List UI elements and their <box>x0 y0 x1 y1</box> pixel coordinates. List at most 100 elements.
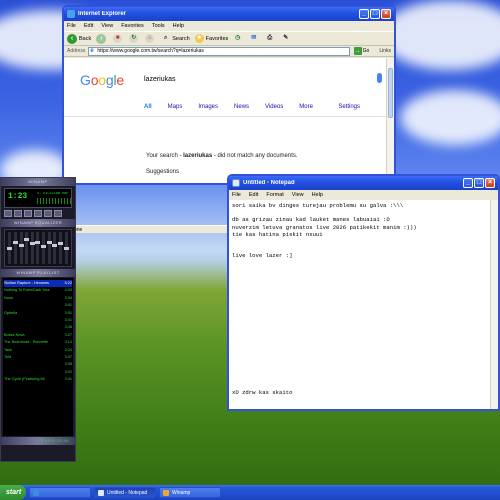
tab-maps[interactable]: Maps <box>168 104 183 110</box>
menu-format[interactable]: Format <box>266 192 283 198</box>
notepad-text-area[interactable]: sori saika bv dinges turejau problemu su… <box>229 200 494 409</box>
play-button[interactable] <box>14 210 22 217</box>
eject-button[interactable] <box>54 210 62 217</box>
playlist-item[interactable]: 3:01 <box>4 302 72 309</box>
eq-slider[interactable] <box>52 232 58 264</box>
eq-knob[interactable] <box>29 242 35 245</box>
internet-explorer-window[interactable]: Internet Explorer _ □ × File Edit View Favo… <box>62 5 396 185</box>
eq-slider[interactable] <box>46 232 52 264</box>
favorites-button[interactable]: ★ Favorites <box>194 34 228 43</box>
eq-slider[interactable] <box>41 232 47 264</box>
go-button[interactable]: → Go <box>353 47 369 55</box>
tab-all[interactable]: All <box>144 104 152 110</box>
equalizer-titlebar[interactable]: WINAMP EQUALIZER <box>1 219 75 227</box>
tab-more[interactable]: More <box>299 104 313 110</box>
close-button[interactable]: × <box>485 178 495 188</box>
menu-help[interactable]: Help <box>173 23 184 29</box>
playlist-item[interactable]: Task 3:24 <box>4 347 72 354</box>
menu-view[interactable]: View <box>292 192 304 198</box>
menu-file[interactable]: File <box>67 23 76 29</box>
maximize-button[interactable]: □ <box>370 9 380 19</box>
next-button[interactable] <box>44 210 52 217</box>
links-button[interactable]: Links <box>379 48 391 54</box>
tab-settings[interactable]: Settings <box>338 104 360 110</box>
forward-button[interactable]: › <box>96 33 108 44</box>
playlist-item[interactable]: Told 3:47 <box>4 354 72 361</box>
eq-knob[interactable] <box>63 247 69 250</box>
eq-knob[interactable] <box>35 241 41 244</box>
address-input[interactable]: e https://www.google.com.tw/search?q=laz… <box>88 46 350 56</box>
eq-slider[interactable] <box>12 232 18 264</box>
playlist-item[interactable]: 3:02 <box>4 369 72 376</box>
playlist-item[interactable]: Noon 3:34 <box>4 295 72 302</box>
eq-slider[interactable] <box>18 232 24 264</box>
eq-knob[interactable] <box>52 244 58 247</box>
eq-slider[interactable] <box>35 232 41 264</box>
notepad-scrollbar[interactable] <box>490 200 498 409</box>
winamp-titlebar[interactable]: WINAMP <box>1 178 75 186</box>
notepad-window[interactable]: Untitled - Notepad _ □ × File Edit Format V… <box>227 174 500 411</box>
menu-help[interactable]: Help <box>312 192 323 198</box>
taskbar-button[interactable] <box>29 487 91 498</box>
menu-favorites[interactable]: Favorites <box>121 23 144 29</box>
maximize-button[interactable]: □ <box>474 178 484 188</box>
eq-slider[interactable] <box>57 232 63 264</box>
print-button[interactable]: ⎙ <box>265 34 276 43</box>
tab-news[interactable]: News <box>234 104 249 110</box>
menu-file[interactable]: File <box>232 192 241 198</box>
taskbar-button[interactable]: Winamp <box>159 487 221 498</box>
stop-button[interactable] <box>34 210 42 217</box>
minimize-button[interactable]: _ <box>359 9 369 19</box>
ie-scrollbar[interactable] <box>386 58 394 183</box>
tab-videos[interactable]: Videos <box>265 104 283 110</box>
winamp-window[interactable]: WINAMP 1:23 3. SICILIAN RAPTURE - HEXANE… <box>0 177 76 462</box>
eq-slider[interactable] <box>63 232 69 264</box>
playlist-item[interactable]: 3:38 <box>4 361 72 368</box>
playlist-item[interactable]: The Boardroad - Ronnette 3:14 <box>4 339 72 346</box>
eq-knob[interactable] <box>41 245 47 248</box>
eq-knob[interactable] <box>24 238 30 241</box>
taskbar-button[interactable]: Untitled - Notepad <box>94 487 156 498</box>
eq-knob[interactable] <box>57 242 63 245</box>
search-button[interactable]: ⌕ Search <box>161 34 190 43</box>
pause-button[interactable] <box>24 210 32 217</box>
playlist-item[interactable]: 3:46 <box>4 324 72 331</box>
close-button[interactable]: × <box>381 9 391 19</box>
menu-view[interactable]: View <box>101 23 113 29</box>
microphone-icon[interactable] <box>377 73 382 83</box>
playlist-item[interactable]: 3:41 <box>4 317 72 324</box>
refresh-button[interactable]: ↻ <box>129 34 140 43</box>
start-button[interactable]: start <box>0 485 26 500</box>
scroll-thumb[interactable] <box>388 68 393 118</box>
eq-knob[interactable] <box>12 241 18 244</box>
eq-knob[interactable] <box>18 244 24 247</box>
minimize-button[interactable]: _ <box>463 178 473 188</box>
eq-knob[interactable] <box>46 241 52 244</box>
eq-slider[interactable] <box>24 232 30 264</box>
track-name <box>4 324 63 331</box>
playlist-titlebar[interactable]: WINAMP PLAYLIST <box>1 269 75 277</box>
eq-knob[interactable] <box>7 247 13 250</box>
stop-button[interactable]: ■ <box>113 34 124 43</box>
menu-edit[interactable]: Edit <box>249 192 258 198</box>
menu-edit[interactable]: Edit <box>84 23 93 29</box>
prev-button[interactable] <box>4 210 12 217</box>
ie-titlebar[interactable]: Internet Explorer _ □ × <box>64 7 394 21</box>
history-button[interactable]: ◷ <box>233 34 244 43</box>
notepad-titlebar[interactable]: Untitled - Notepad _ □ × <box>229 176 498 190</box>
google-search-input[interactable]: lazeriukas <box>124 67 386 91</box>
back-button[interactable]: ‹ Back <box>67 33 91 44</box>
playlist-item[interactable]: Ophelia 3:51 <box>4 310 72 317</box>
mail-button[interactable]: ✉ <box>249 34 260 43</box>
playlist-item[interactable]: The Cycle (Featuring Mi 3:41 <box>4 376 72 383</box>
eq-slider[interactable] <box>29 232 35 264</box>
eq-slider[interactable] <box>7 232 13 264</box>
playlist-item[interactable]: Nothing To Eden/Dark Your 4:33 <box>4 287 72 294</box>
tab-images[interactable]: Images <box>198 104 218 110</box>
playlist-item[interactable]: Bossa Nova 3:27 <box>4 332 72 339</box>
google-logo[interactable]: Google <box>80 72 124 88</box>
home-button[interactable]: ⌂ <box>145 34 156 43</box>
menu-tools[interactable]: Tools <box>152 23 165 29</box>
edit-button[interactable]: ✎ <box>281 34 292 43</box>
playlist-item[interactable]: Sicilian Rapture - Hexanes 5:22 <box>4 280 72 288</box>
